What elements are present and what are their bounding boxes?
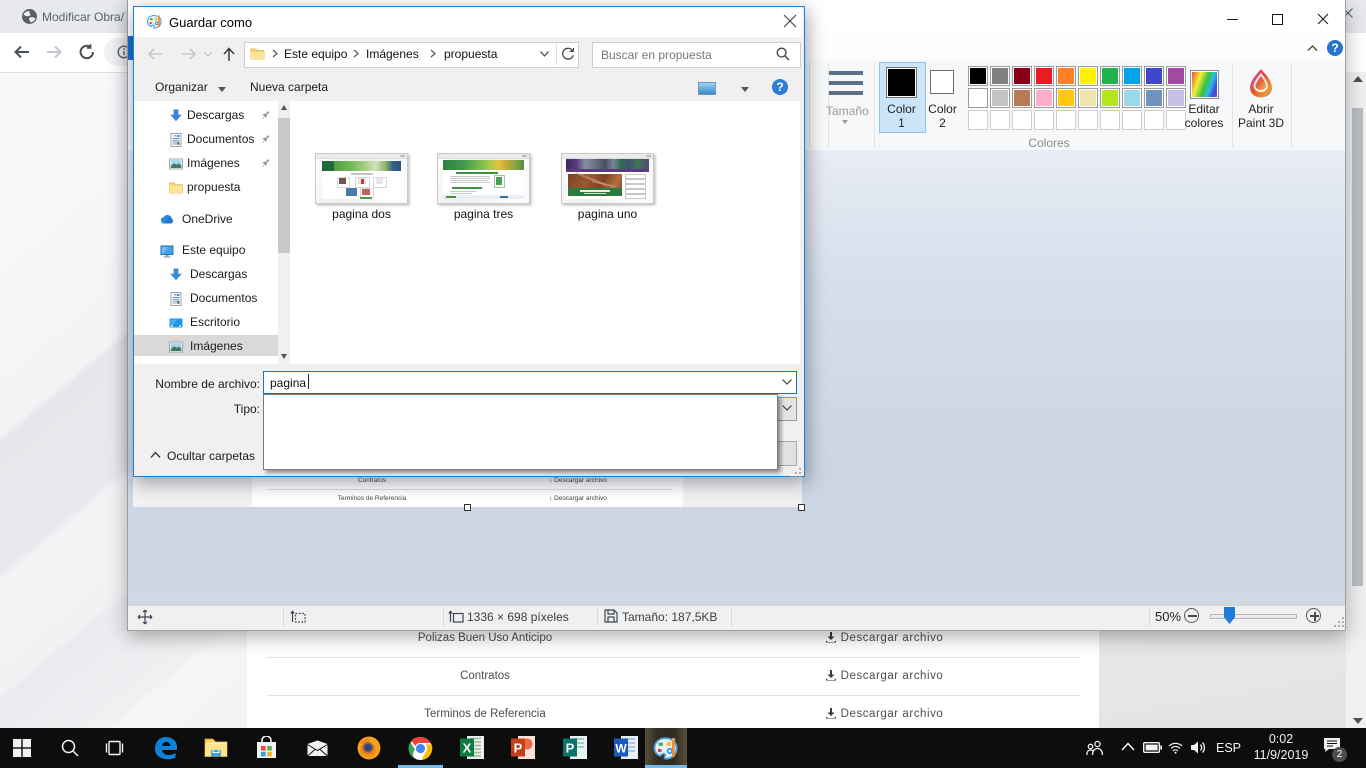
svg-text:X: X [463, 741, 472, 756]
svg-text:P: P [514, 741, 523, 756]
svg-text:W: W [615, 742, 627, 756]
svg-text:P: P [566, 741, 575, 756]
